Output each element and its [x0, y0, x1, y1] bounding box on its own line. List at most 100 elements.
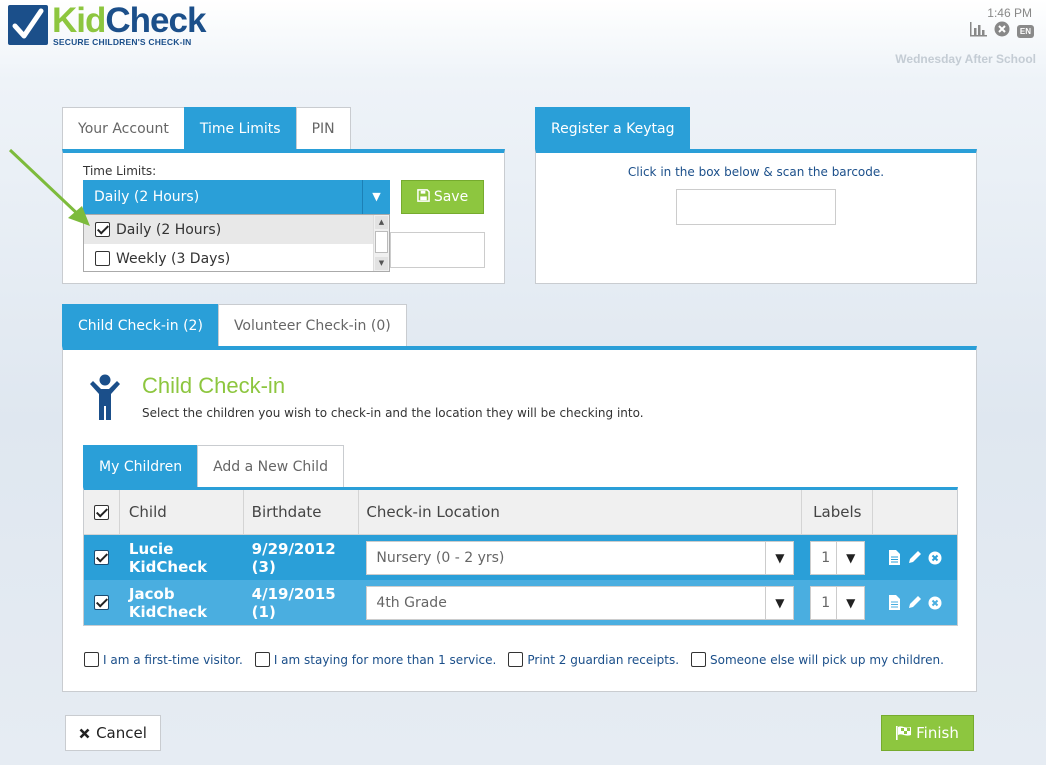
guardian-receipts-option[interactable]: Print 2 guardian receipts. — [508, 652, 679, 667]
chevron-down-icon: ▼ — [765, 541, 793, 574]
checkbox[interactable] — [84, 652, 99, 667]
pencil-icon[interactable] — [907, 595, 922, 610]
child-name: Jacob KidCheck — [128, 584, 208, 621]
column-location: Check-in Location — [359, 490, 803, 534]
checkbox[interactable] — [95, 222, 110, 237]
select-all-checkbox[interactable] — [93, 504, 109, 520]
time-limits-panel: Time Limits: Daily (2 Hours) ▼ Save Dail… — [62, 149, 505, 284]
multiple-services-option[interactable]: I am staying for more than 1 service. — [254, 652, 497, 667]
checkin-subtitle: Select the children you wish to check-in… — [142, 406, 644, 420]
time-limits-select[interactable]: Daily (2 Hours) ▼ — [83, 180, 390, 214]
table-row: Lucie KidCheck 9/29/2012 (3) Nursery (0 … — [84, 535, 957, 580]
tab-your-account[interactable]: Your Account — [62, 107, 185, 149]
child-birthdate: 9/29/2012 (3) — [251, 539, 336, 576]
flag-checkered-icon — [896, 726, 912, 740]
close-x-icon — [79, 728, 90, 738]
option-label: Daily (2 Hours) — [116, 221, 222, 238]
first-time-visitor-option[interactable]: I am a first-time visitor. — [84, 652, 243, 667]
finish-label: Finish — [916, 724, 959, 742]
row-checkbox[interactable] — [94, 550, 110, 565]
finish-button[interactable]: Finish — [881, 715, 974, 751]
child-birthdate: 4/19/2015 (1) — [251, 584, 336, 621]
tab-add-new-child[interactable]: Add a New Child — [197, 445, 344, 487]
child-name: Lucie KidCheck — [128, 539, 208, 576]
labels-value: 1 — [821, 549, 831, 566]
option-label: Weekly (3 Days) — [116, 250, 231, 267]
pencil-icon[interactable] — [907, 550, 922, 565]
remove-circle-icon[interactable] — [928, 596, 942, 610]
header-status: 1:46 PM EN — [969, 6, 1034, 40]
option-label: I am a first-time visitor. — [103, 652, 243, 667]
column-labels: Labels — [802, 490, 874, 534]
labels-value: 1 — [821, 594, 831, 611]
time-limits-dropdown-list: Daily (2 Hours) Weekly (3 Days) ▲ ▼ — [83, 214, 390, 272]
children-subtabs: My Children Add a New Child — [83, 445, 344, 487]
document-icon[interactable] — [888, 550, 901, 565]
option-label: Someone else will pick up my children. — [710, 652, 944, 667]
clock: 1:46 PM — [987, 6, 1032, 20]
remove-circle-icon[interactable] — [928, 551, 942, 565]
checkin-options: I am a first-time visitor. I am staying … — [84, 652, 956, 667]
column-actions — [873, 490, 957, 534]
location-select[interactable]: 4th Grade ▼ — [366, 585, 795, 620]
close-circle-icon[interactable] — [994, 21, 1010, 41]
checkin-tabs: Child Check-in (2) Volunteer Check-in (0… — [62, 304, 407, 346]
tab-time-limits[interactable]: Time Limits — [183, 107, 297, 149]
checkin-title: Child Check-in — [142, 373, 286, 398]
column-child: Child — [120, 490, 244, 534]
labels-select[interactable]: 1 ▼ — [810, 540, 866, 575]
cancel-button[interactable]: Cancel — [65, 715, 161, 751]
document-icon[interactable] — [888, 595, 901, 610]
event-name: Wednesday After School — [895, 52, 1036, 66]
location-value: 4th Grade — [376, 594, 447, 611]
child-checkin-panel: Child Check-in Select the children you w… — [62, 346, 977, 692]
dropdown-scrollbar[interactable]: ▲ ▼ — [373, 215, 389, 271]
brand-tagline: SECURE CHILDREN'S CHECK-IN — [53, 37, 192, 47]
scroll-up-arrow-icon[interactable]: ▲ — [375, 216, 388, 229]
child-figure-icon — [90, 374, 120, 420]
save-button[interactable]: Save — [401, 180, 484, 214]
children-table: Child Birthdate Check-in Location Labels… — [83, 487, 958, 626]
tab-register-keytag[interactable]: Register a Keytag — [535, 107, 691, 149]
brand-name: KidCheck — [52, 1, 206, 40]
chevron-down-icon: ▼ — [836, 541, 864, 574]
kidcheck-logo: KidCheck SECURE CHILDREN'S CHECK-IN — [8, 1, 208, 48]
tab-pin[interactable]: PIN — [295, 107, 351, 149]
dropdown-option-weekly[interactable]: Weekly (3 Days) — [84, 244, 389, 271]
time-limits-value: Daily (2 Hours) — [94, 189, 200, 205]
tab-volunteer-checkin[interactable]: Volunteer Check-in (0) — [217, 304, 407, 346]
row-checkbox[interactable] — [94, 595, 110, 610]
dropdown-option-daily[interactable]: Daily (2 Hours) — [84, 215, 389, 244]
someone-else-pickup-option[interactable]: Someone else will pick up my children. — [691, 652, 944, 667]
language-badge[interactable]: EN — [1016, 24, 1034, 38]
location-select[interactable]: Nursery (0 - 2 yrs) ▼ — [366, 540, 795, 575]
option-label: I am staying for more than 1 service. — [273, 652, 497, 667]
table-row: Jacob KidCheck 4/19/2015 (1) 4th Grade ▼… — [84, 580, 957, 625]
floppy-disk-icon — [416, 189, 430, 202]
pin-input[interactable] — [390, 232, 485, 268]
scroll-thumb[interactable] — [375, 231, 388, 253]
checkbox[interactable] — [95, 251, 110, 266]
checkbox[interactable] — [691, 652, 707, 667]
checkbox[interactable] — [508, 652, 524, 667]
keytag-tabs: Register a Keytag — [535, 107, 691, 149]
account-tabs: Your Account Time Limits PIN — [62, 107, 351, 149]
keytag-barcode-input[interactable] — [676, 189, 836, 225]
chevron-down-icon: ▼ — [836, 586, 864, 619]
scroll-down-arrow-icon[interactable]: ▼ — [375, 257, 388, 270]
chart-icon[interactable] — [969, 21, 987, 41]
labels-select[interactable]: 1 ▼ — [810, 585, 866, 620]
tab-my-children[interactable]: My Children — [83, 445, 199, 487]
chevron-down-icon: ▼ — [765, 586, 793, 619]
chevron-down-icon: ▼ — [362, 180, 390, 214]
keytag-panel: Click in the box below & scan the barcod… — [535, 149, 977, 284]
cancel-label: Cancel — [96, 724, 147, 742]
checkbox[interactable] — [254, 652, 270, 667]
column-birthdate: Birthdate — [244, 490, 360, 534]
logo-check-icon — [8, 5, 48, 45]
table-header: Child Birthdate Check-in Location Labels — [84, 490, 957, 535]
tab-child-checkin[interactable]: Child Check-in (2) — [62, 304, 219, 346]
option-label: Print 2 guardian receipts. — [527, 652, 680, 667]
keytag-instruction: Click in the box below & scan the barcod… — [627, 165, 885, 179]
location-value: Nursery (0 - 2 yrs) — [376, 549, 505, 566]
